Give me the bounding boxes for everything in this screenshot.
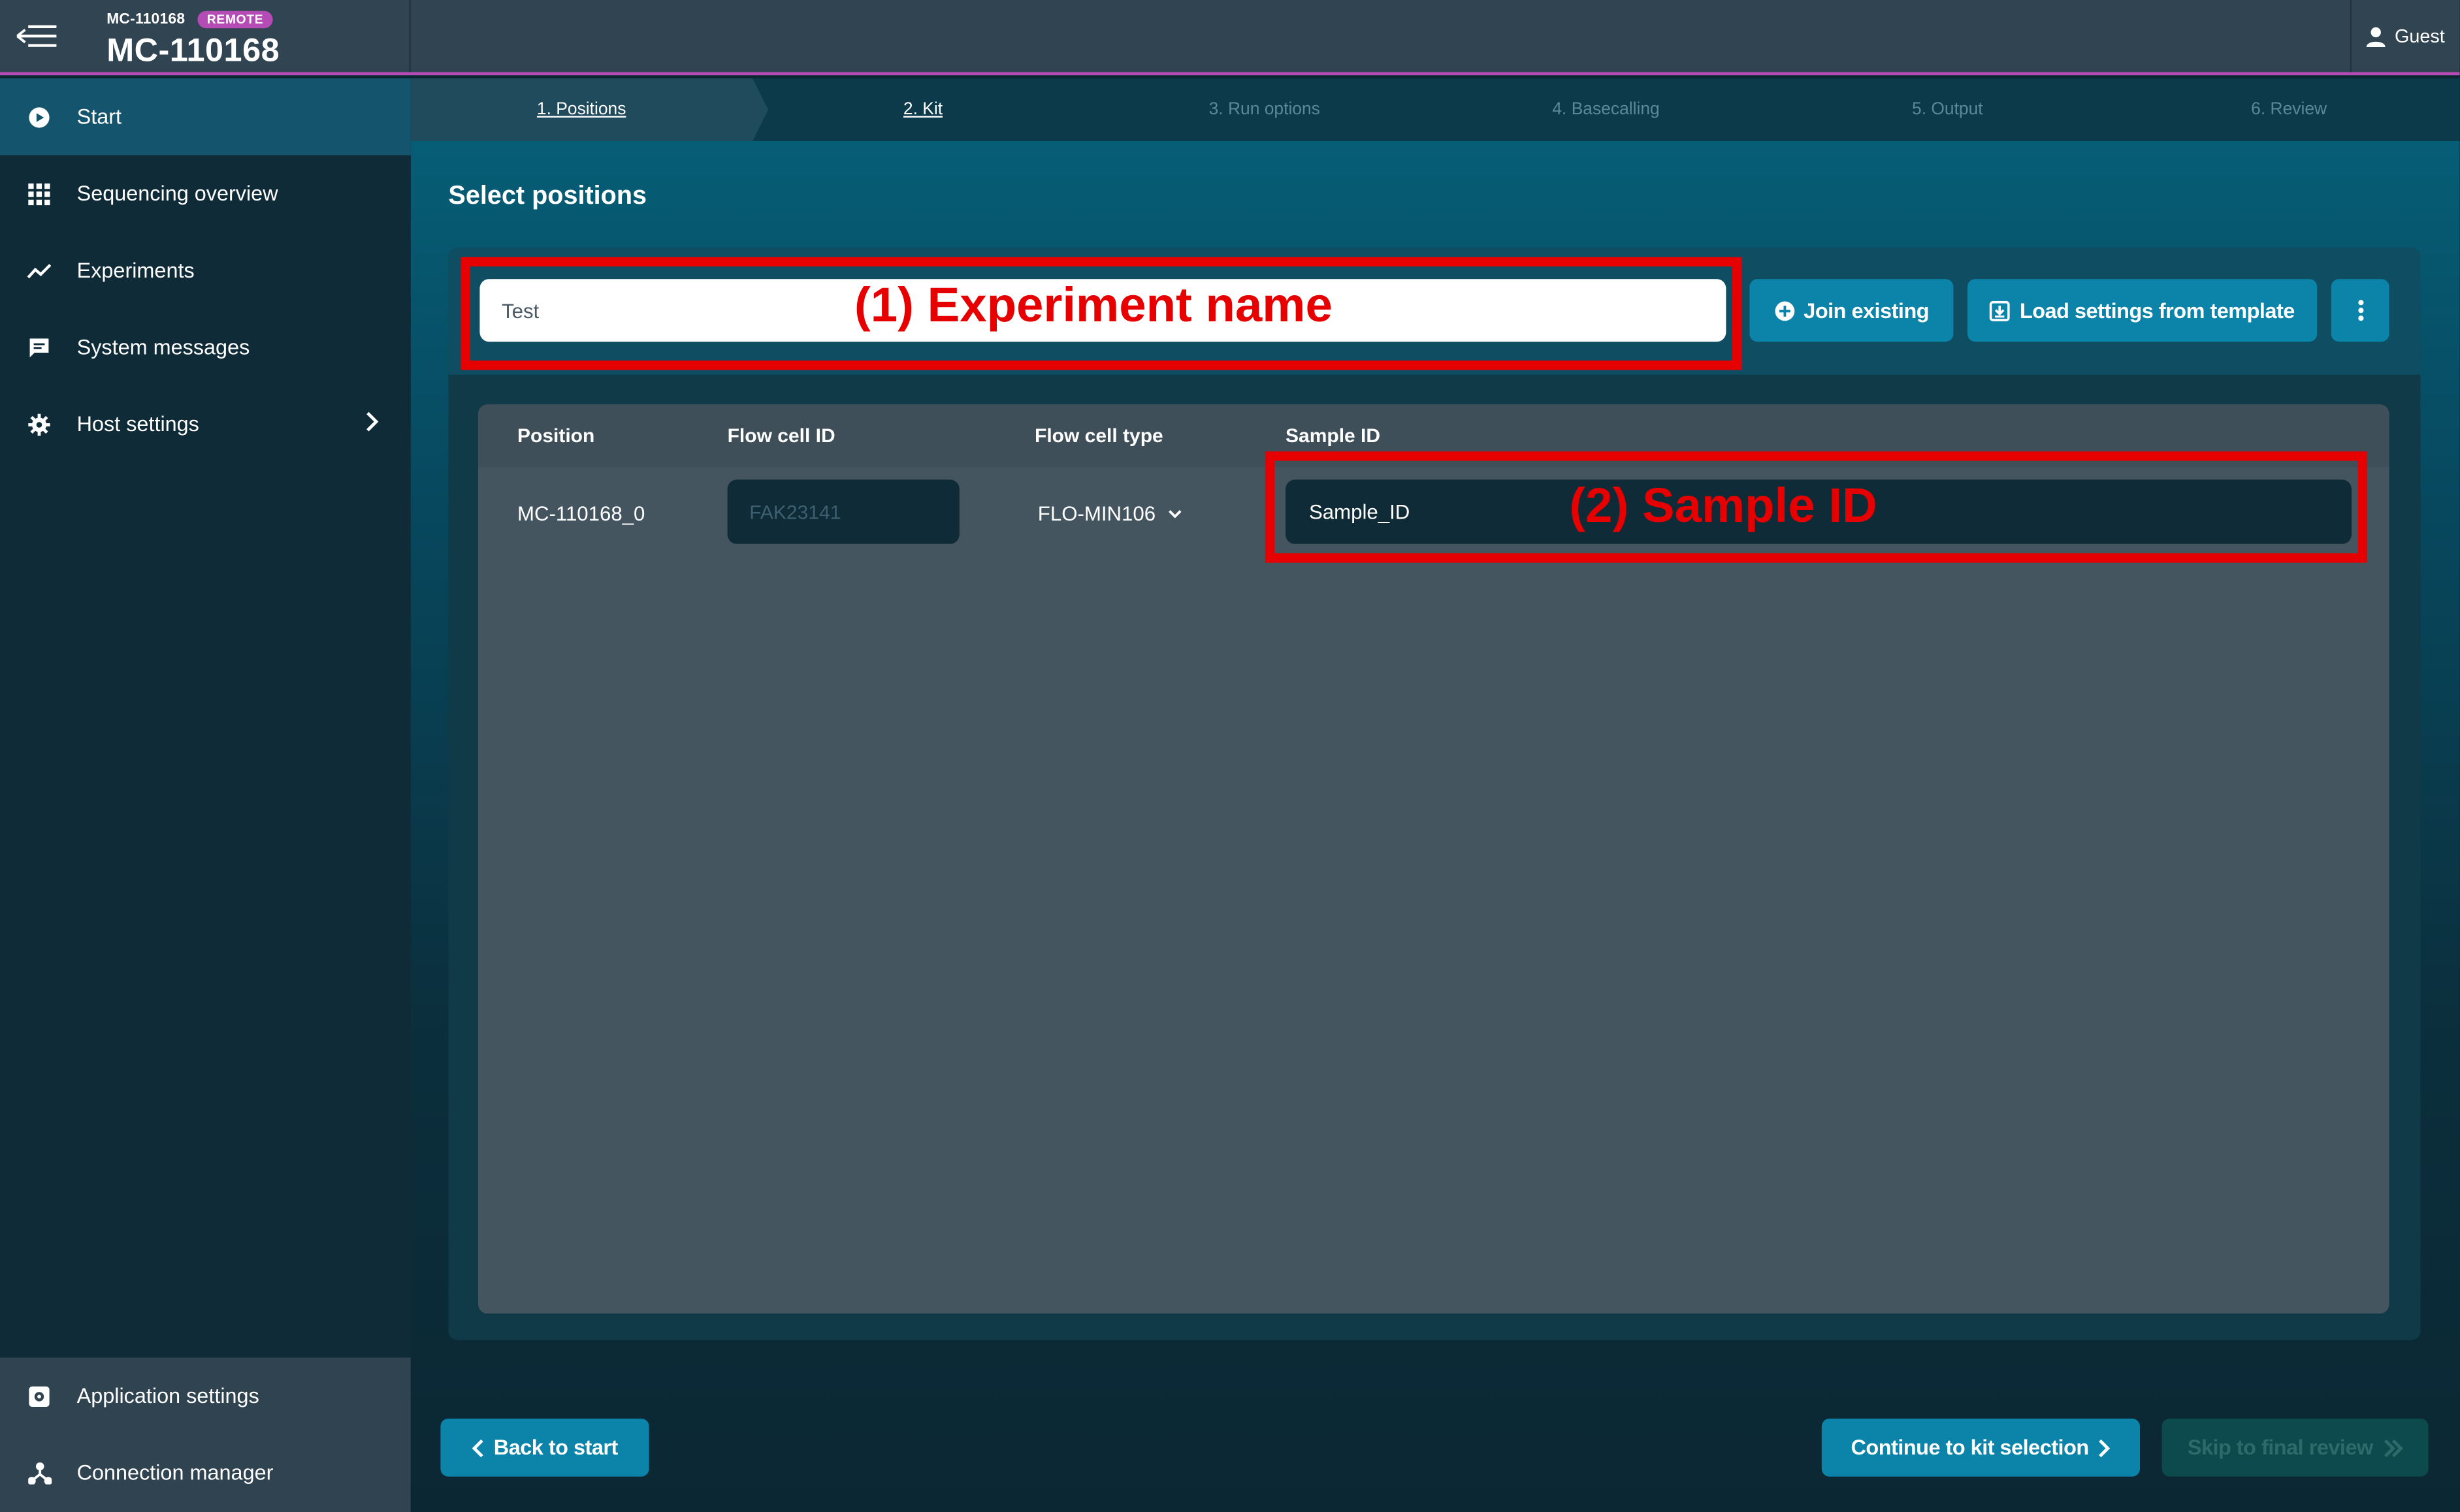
load-settings-button[interactable]: Load settings from template bbox=[1967, 279, 2318, 342]
remote-badge: REMOTE bbox=[197, 10, 273, 29]
sidebar-item-experiments[interactable]: Experiments bbox=[0, 232, 411, 309]
sidebar-item-label: Start bbox=[76, 105, 122, 129]
chevron-right-icon bbox=[2099, 1438, 2111, 1457]
sidebar-item-application-settings[interactable]: Application settings bbox=[0, 1357, 411, 1434]
top-bar-spacer bbox=[411, 0, 2350, 72]
grid-icon bbox=[27, 181, 52, 206]
gear-icon bbox=[27, 411, 52, 436]
device-id-small: MC-110168 bbox=[106, 10, 186, 29]
sidebar-item-label: Sequencing overview bbox=[76, 182, 278, 206]
sidebar-item-connection-manager[interactable]: Connection manager bbox=[0, 1434, 411, 1511]
column-header-flow-cell-type: Flow cell type bbox=[1035, 425, 1163, 447]
menu-collapse-icon bbox=[16, 25, 57, 47]
stepper: 1. Positions 2. Kit 3. Run options 4. Ba… bbox=[410, 78, 2460, 142]
device-title: MC-110168 bbox=[106, 33, 280, 69]
chevron-right-icon bbox=[366, 411, 379, 432]
user-name: Guest bbox=[2394, 25, 2445, 47]
back-to-start-button[interactable]: Back to start bbox=[440, 1419, 649, 1477]
sidebar-item-label: System messages bbox=[76, 335, 250, 359]
back-to-start-label: Back to start bbox=[493, 1436, 619, 1460]
sidebar-item-sequencing-overview[interactable]: Sequencing overview bbox=[0, 155, 411, 233]
menu-collapse-button[interactable] bbox=[7, 5, 69, 67]
user-menu[interactable]: Guest bbox=[2350, 0, 2460, 72]
experiment-name-annotation: (1) Experiment name bbox=[854, 277, 1333, 332]
load-settings-label: Load settings from template bbox=[2019, 298, 2295, 323]
flow-cell-type-select[interactable]: FLO-MIN106 bbox=[1038, 502, 1182, 525]
sidebar: Start Sequencing overview Experiments Sy… bbox=[0, 78, 411, 1512]
step-basecalling: 4. Basecalling bbox=[1552, 100, 1660, 120]
brand-area: MC-110168 REMOTE MC-110168 bbox=[0, 0, 411, 72]
download-box-icon bbox=[1990, 300, 2011, 321]
step-review: 6. Review bbox=[2251, 100, 2327, 120]
column-header-sample-id: Sample ID bbox=[1286, 425, 1381, 447]
sidebar-item-label: Experiments bbox=[76, 259, 195, 283]
chat-icon bbox=[27, 334, 52, 359]
step-run-options: 3. Run options bbox=[1208, 100, 1320, 120]
plus-circle-icon bbox=[1774, 300, 1794, 321]
trend-line-icon bbox=[27, 258, 52, 283]
sidebar-item-label: Application settings bbox=[76, 1384, 259, 1408]
device-subtitle: MC-110168 REMOTE bbox=[106, 10, 273, 29]
column-header-position: Position bbox=[517, 425, 595, 447]
top-bar: MC-110168 REMOTE MC-110168 Guest bbox=[0, 0, 2460, 76]
network-icon bbox=[27, 1460, 52, 1485]
user-icon bbox=[2367, 26, 2386, 46]
flow-cell-type-value: FLO-MIN106 bbox=[1037, 502, 1156, 526]
page-title: Select positions bbox=[448, 182, 647, 210]
step-output: 5. Output bbox=[1912, 100, 1983, 120]
sidebar-item-label: Host settings bbox=[76, 412, 199, 436]
more-options-button[interactable] bbox=[2331, 279, 2389, 342]
position-cell: MC-110168_0 bbox=[517, 502, 645, 526]
chevron-down-icon bbox=[1169, 509, 1182, 518]
join-existing-label: Join existing bbox=[1804, 298, 1930, 323]
main-content: 1. Positions 2. Kit 3. Run options 4. Ba… bbox=[410, 78, 2460, 1512]
sidebar-item-label: Connection manager bbox=[76, 1460, 274, 1485]
more-vertical-icon bbox=[2357, 300, 2363, 321]
step-kit[interactable]: 2. Kit bbox=[753, 78, 1094, 141]
positions-panel: Test Join existing Load settings from te… bbox=[448, 248, 2421, 1341]
sidebar-item-start[interactable]: Start bbox=[0, 78, 411, 155]
column-header-flow-cell-id: Flow cell ID bbox=[727, 425, 835, 447]
step-positions[interactable]: 1. Positions bbox=[410, 78, 768, 142]
continue-label: Continue to kit selection bbox=[1851, 1436, 2089, 1460]
sidebar-bottom: Application settings Connection manager bbox=[0, 1357, 411, 1512]
sidebar-item-system-messages[interactable]: System messages bbox=[0, 309, 411, 386]
continue-to-kit-button[interactable]: Continue to kit selection bbox=[1821, 1419, 2141, 1477]
chevron-left-icon bbox=[472, 1438, 483, 1457]
settings-box-icon bbox=[27, 1383, 52, 1408]
play-circle-icon bbox=[27, 105, 52, 129]
skip-label: Skip to final review bbox=[2187, 1436, 2373, 1460]
join-existing-button[interactable]: Join existing bbox=[1749, 279, 1954, 342]
flow-cell-id-input[interactable]: FAK23141 bbox=[727, 479, 960, 544]
double-chevron-right-icon bbox=[2384, 1438, 2403, 1457]
sample-id-annotation: (2) Sample ID bbox=[1569, 478, 1877, 534]
sidebar-item-host-settings[interactable]: Host settings bbox=[0, 385, 411, 462]
skip-to-final-review-button[interactable]: Skip to final review bbox=[2161, 1419, 2429, 1477]
